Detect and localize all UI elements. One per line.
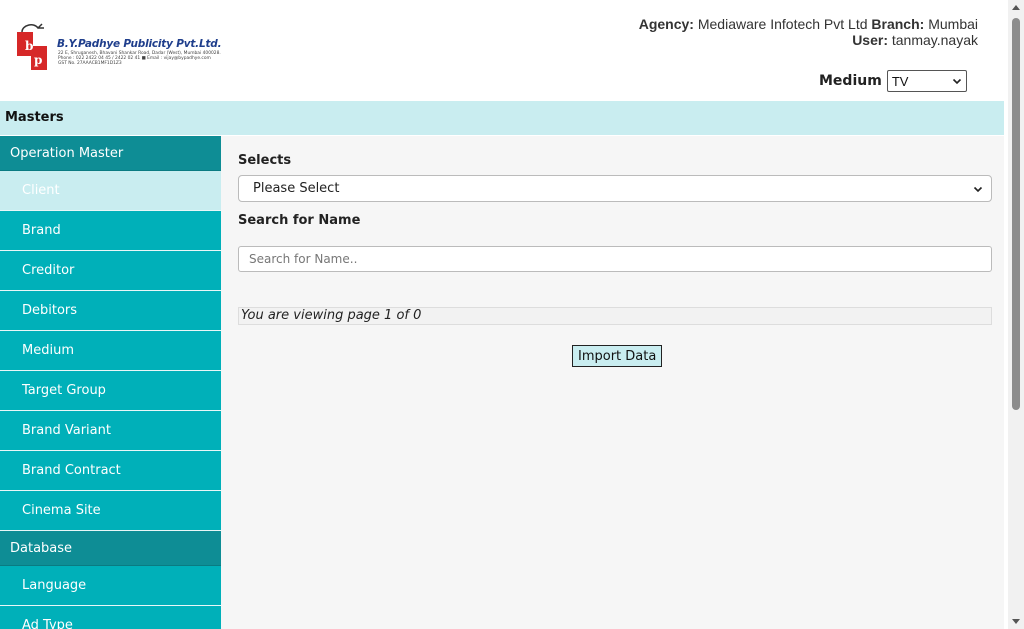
masters-title: Masters (5, 110, 64, 125)
page-scrollbar[interactable] (1008, 0, 1024, 629)
import-data-button[interactable]: Import Data (572, 345, 663, 367)
sidebar-section-operation-master[interactable]: Operation Master (0, 136, 221, 171)
user-value: tanmay.nayak (891, 32, 978, 48)
branch-label: Branch: (871, 16, 925, 32)
medium-label: Medium (819, 73, 882, 89)
sidebar-item-brand[interactable]: Brand (0, 211, 221, 251)
sidebar-item-client[interactable]: Client (0, 171, 221, 211)
chevron-down-icon (952, 78, 961, 85)
logo-mark-icon: b p (17, 23, 47, 70)
client-select[interactable]: Please Select (238, 175, 992, 202)
chevron-down-icon (973, 186, 983, 192)
company-logo[interactable]: b p B.Y.Padhye Publicity Pvt.Ltd. 22 E, … (16, 22, 222, 72)
search-input[interactable] (238, 246, 992, 272)
sidebar-section-database[interactable]: Database (0, 531, 221, 566)
sidebar-item-brand-variant[interactable]: Brand Variant (0, 411, 221, 451)
sidebar: Operation Master Client Brand Creditor D… (0, 136, 221, 629)
medium-selector: Medium TV (819, 70, 967, 92)
client-select-value: Please Select (253, 181, 340, 196)
sidebar-item-brand-contract[interactable]: Brand Contract (0, 451, 221, 491)
sidebar-item-target-group[interactable]: Target Group (0, 371, 221, 411)
main-content: Selects Please Select Search for Name Yo… (221, 136, 1004, 629)
medium-select[interactable]: TV (886, 70, 967, 92)
sidebar-item-language[interactable]: Language (0, 566, 221, 606)
sidebar-item-cinema-site[interactable]: Cinema Site (0, 491, 221, 531)
search-label: Search for Name (238, 213, 361, 228)
agency-value: Mediaware Infotech Pvt Ltd (697, 16, 868, 32)
masters-bar: Masters (0, 101, 1004, 135)
svg-text:b: b (25, 39, 33, 53)
sidebar-item-creditor[interactable]: Creditor (0, 251, 221, 291)
agency-label: Agency: (638, 16, 694, 32)
svg-text:p: p (34, 53, 42, 67)
branch-value: Mumbai (928, 16, 978, 32)
scroll-down-icon[interactable] (1012, 619, 1020, 624)
user-label: User: (852, 32, 888, 48)
agency-info: Agency: Mediaware Infotech Pvt Ltd Branc… (639, 16, 978, 48)
sidebar-item-debitors[interactable]: Debitors (0, 291, 221, 331)
scroll-up-icon[interactable] (1012, 5, 1020, 10)
header: b p B.Y.Padhye Publicity Pvt.Ltd. 22 E, … (0, 0, 1008, 100)
scrollbar-thumb[interactable] (1012, 18, 1020, 410)
company-name: B.Y.Padhye Publicity Pvt.Ltd. (57, 38, 222, 50)
pager-status: You are viewing page 1 of 0 (238, 307, 992, 325)
medium-select-value: TV (891, 73, 909, 89)
sidebar-item-ad-type[interactable]: Ad Type (0, 606, 221, 629)
selects-label: Selects (238, 153, 292, 168)
company-gst: GST No. 27AAACB1MF1D1Z3 (58, 61, 122, 66)
sidebar-item-medium[interactable]: Medium (0, 331, 221, 371)
